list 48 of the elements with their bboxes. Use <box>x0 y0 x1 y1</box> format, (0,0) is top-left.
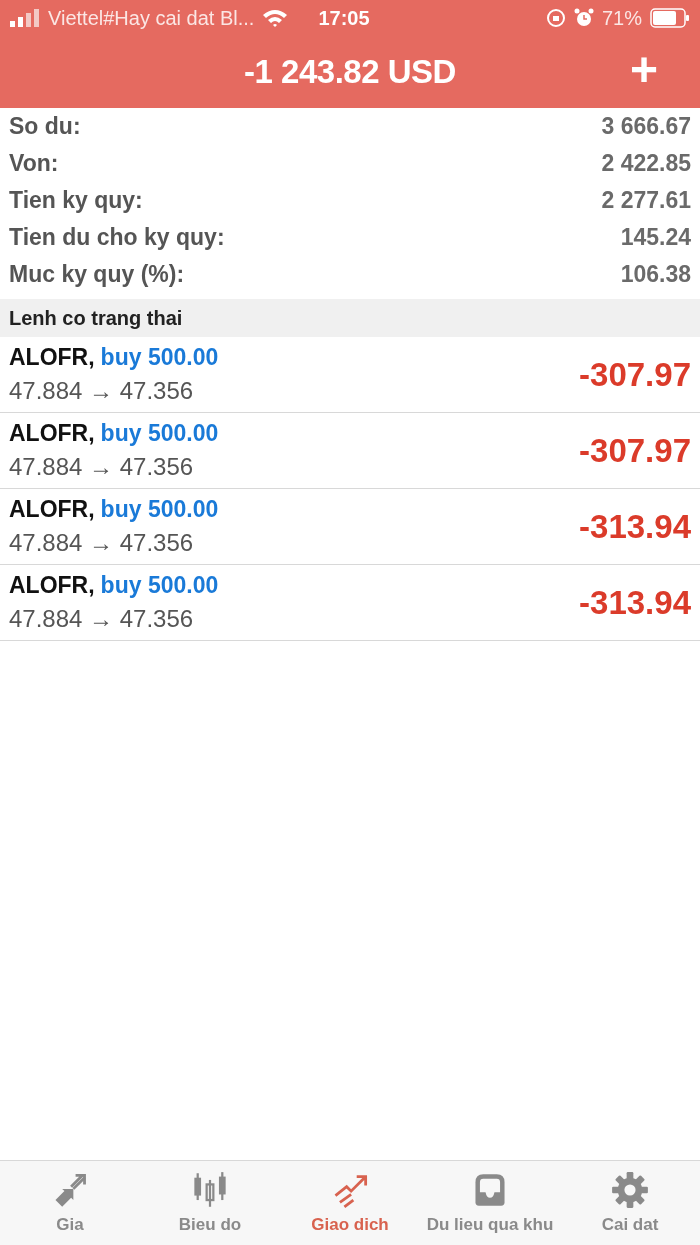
summary-value: 145.24 <box>620 224 691 251</box>
position-prices: 47.884 → 47.356 <box>9 605 195 633</box>
tab[interactable]: Du lieu qua khu <box>420 1161 560 1245</box>
position-profit: -307.97 <box>579 355 691 394</box>
tab[interactable]: Gia <box>0 1161 140 1245</box>
position-order: buy 500.00 <box>100 344 219 371</box>
signal-icon <box>10 9 40 27</box>
summary-label: So du: <box>9 113 81 140</box>
summary-label: Tien du cho ky quy: <box>9 224 225 251</box>
position-prices: 47.884 → 47.356 <box>9 377 195 405</box>
position-row[interactable]: ALOFR, buy 500.00 47.884 → 47.356 -307.97 <box>0 337 700 413</box>
summary-label: Von: <box>9 150 59 177</box>
clock-time: 17:05 <box>318 6 370 30</box>
rotation-lock-icon <box>545 8 566 28</box>
alarm-icon <box>573 8 594 28</box>
position-order: buy 500.00 <box>100 420 219 447</box>
candlestick-icon <box>191 1171 229 1209</box>
tab[interactable]: Cai dat <box>560 1161 700 1245</box>
position-symbol: ALOFR, <box>9 344 95 371</box>
balance-title: -1 243.82 USD <box>244 53 456 91</box>
wifi-icon <box>262 8 289 28</box>
position-row[interactable]: ALOFR, buy 500.00 47.884 → 47.356 -313.94 <box>0 565 700 641</box>
position-prices: 47.884 → 47.356 <box>9 453 195 481</box>
summary-value: 2 422.85 <box>601 150 691 177</box>
position-prices: 47.884 → 47.356 <box>9 529 195 557</box>
position-order: buy 500.00 <box>100 572 219 599</box>
summary-label: Muc ky quy (%): <box>9 261 185 288</box>
section-title: Lenh co trang thai <box>9 306 183 330</box>
position-symbol: ALOFR, <box>9 496 95 523</box>
position-profit: -307.97 <box>579 431 691 470</box>
carrier-name: Viettel#Hay cai dat Bl... <box>48 6 255 30</box>
position-row[interactable]: ALOFR, buy 500.00 47.884 → 47.356 -307.97 <box>0 413 700 489</box>
battery-icon <box>650 8 690 28</box>
summary-value: 106.38 <box>620 261 691 288</box>
battery-percent: 71% <box>601 6 642 30</box>
position-row[interactable]: ALOFR, buy 500.00 47.884 → 47.356 -313.94 <box>0 489 700 565</box>
position-profit: -313.94 <box>579 583 691 622</box>
summary-value: 2 277.61 <box>601 187 691 214</box>
tab[interactable]: Giao dich <box>280 1161 420 1245</box>
add-button[interactable]: + <box>623 44 664 96</box>
summary-value: 3 666.67 <box>601 113 691 140</box>
settings-icon <box>611 1171 649 1209</box>
tab[interactable]: Bieu do <box>140 1161 280 1245</box>
position-profit: -313.94 <box>579 507 691 546</box>
summary-label: Tien ky quy: <box>9 187 143 214</box>
position-symbol: ALOFR, <box>9 572 95 599</box>
position-order: buy 500.00 <box>100 496 219 523</box>
position-symbol: ALOFR, <box>9 420 95 447</box>
